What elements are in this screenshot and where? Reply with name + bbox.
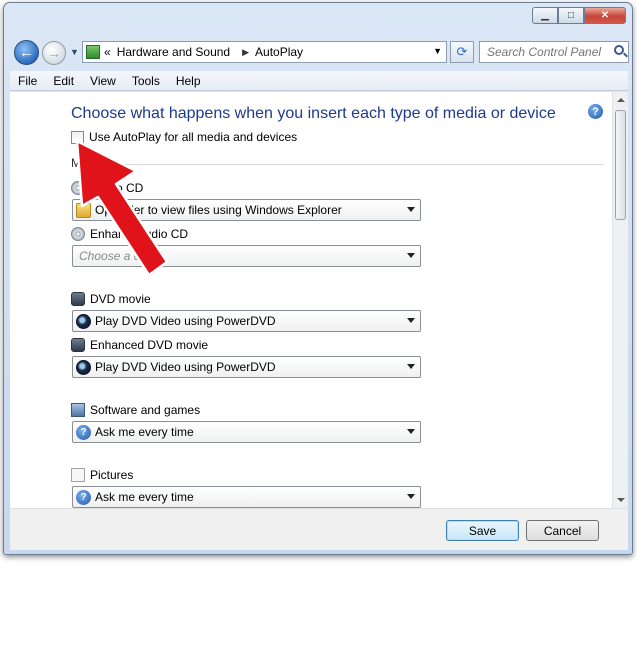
audio-cd-icon xyxy=(71,227,85,241)
breadcrumb-hardware-and-sound[interactable]: Hardware and Sound xyxy=(117,45,230,59)
recent-pages-dropdown[interactable]: ▼ xyxy=(70,47,79,57)
search-box[interactable] xyxy=(479,41,629,63)
dvd-icon xyxy=(71,292,85,306)
enhanced-dvd-movie-label-text: Enhanced DVD movie xyxy=(90,338,209,352)
search-input[interactable] xyxy=(485,44,607,60)
breadcrumb-overflow[interactable]: « xyxy=(104,45,111,59)
question-icon: ? xyxy=(76,489,91,505)
audio-cd-select-value: Op folder to view files using Windows Ex… xyxy=(95,203,342,217)
powerdvd-icon xyxy=(76,359,91,375)
minimize-button[interactable]: ▁ xyxy=(532,7,558,24)
software-and-games-select-value: Ask me every time xyxy=(95,425,194,439)
breadcrumb-separator-icon[interactable]: ▶ xyxy=(242,47,249,58)
software-and-games-select[interactable]: ? Ask me every time xyxy=(72,421,421,443)
chevron-down-icon xyxy=(407,429,415,434)
audio-cd-select[interactable]: Op folder to view files using Windows Ex… xyxy=(72,199,421,221)
menu-view[interactable]: View xyxy=(82,74,124,88)
autoplay-content: Choose what happens when you insert each… xyxy=(10,92,628,508)
forward-arrow-icon: → xyxy=(47,45,61,61)
control-panel-icon xyxy=(86,45,100,59)
pictures-label: Pictures xyxy=(71,468,133,482)
pictures-select-value: Ask me every time xyxy=(95,490,194,504)
breadcrumb-autoplay[interactable]: AutoPlay xyxy=(255,45,303,59)
dvd-movie-label-text: DVD movie xyxy=(90,292,151,306)
dvd-icon xyxy=(71,338,85,352)
page-title: Choose what happens when you insert each… xyxy=(71,105,556,122)
chevron-down-icon xyxy=(407,207,415,212)
chevron-down-icon xyxy=(407,253,415,258)
enhanced-audio-cd-label-text: Enhan d audio CD xyxy=(90,227,189,241)
search-icon[interactable] xyxy=(614,45,624,55)
software-and-games-label-text: Software and games xyxy=(90,403,201,417)
scroll-up-icon[interactable] xyxy=(617,98,625,102)
back-button[interactable]: ← xyxy=(14,40,39,65)
address-bar[interactable]: « Hardware and Sound ▶ AutoPlay ▼ xyxy=(82,41,447,63)
pictures-select[interactable]: ? Ask me every time xyxy=(72,486,421,508)
autoplay-all-checkbox-row[interactable]: Use AutoPlay for all media and devices xyxy=(71,130,297,144)
powerdvd-icon xyxy=(76,313,91,329)
menu-bar: File Edit View Tools Help xyxy=(10,71,628,91)
section-label: M xyxy=(71,156,81,170)
menu-file[interactable]: File xyxy=(10,74,45,88)
help-icon[interactable]: ? xyxy=(588,104,603,119)
enhanced-dvd-movie-select-value: Play DVD Video using PowerDVD xyxy=(95,360,276,374)
pictures-label-text: Pictures xyxy=(90,468,134,482)
close-button[interactable]: ✕ xyxy=(584,7,626,24)
autoplay-all-checkbox[interactable] xyxy=(71,130,84,144)
caption-buttons: ▁ □ ✕ xyxy=(532,7,626,24)
audio-cd-label-text: o CD xyxy=(116,181,144,195)
cancel-button[interactable]: Cancel xyxy=(526,520,599,541)
enhanced-audio-cd-label: Enhan d audio CD xyxy=(71,227,188,241)
menu-tools[interactable]: Tools xyxy=(124,74,168,88)
refresh-button[interactable]: ⟳ xyxy=(450,41,474,63)
vertical-scrollbar[interactable] xyxy=(612,92,628,508)
scrollbar-thumb[interactable] xyxy=(615,110,626,220)
back-arrow-icon: ← xyxy=(19,44,34,61)
menu-help[interactable]: Help xyxy=(168,74,209,88)
chevron-down-icon xyxy=(407,364,415,369)
navigation-bar: ← → ▼ « Hardware and Sound ▶ AutoPlay ▼ … xyxy=(4,40,632,67)
control-panel-window: ▁ □ ✕ ← → ▼ « Hardware and Sound ▶ AutoP… xyxy=(3,2,633,555)
software-and-games-label: Software and games xyxy=(71,403,200,417)
dvd-movie-select[interactable]: Play DVD Video using PowerDVD xyxy=(72,310,421,332)
audio-cd-label: o CD xyxy=(71,181,143,195)
button-bar: Save Cancel xyxy=(10,508,628,550)
refresh-icon: ⟳ xyxy=(456,44,468,59)
enhanced-audio-cd-placeholder: Choose a d ult xyxy=(79,249,157,263)
maximize-button[interactable]: □ xyxy=(558,7,584,24)
question-icon: ? xyxy=(76,424,91,440)
scroll-down-icon[interactable] xyxy=(617,498,625,502)
enhanced-dvd-movie-select[interactable]: Play DVD Video using PowerDVD xyxy=(72,356,421,378)
pictures-icon xyxy=(71,468,85,482)
chevron-down-icon xyxy=(407,494,415,499)
autoplay-all-label[interactable]: Use AutoPlay for all media and devices xyxy=(89,130,297,144)
dvd-movie-select-value: Play DVD Video using PowerDVD xyxy=(95,314,276,328)
section-divider xyxy=(90,164,604,165)
forward-button[interactable]: → xyxy=(42,41,66,65)
menu-edit[interactable]: Edit xyxy=(45,74,82,88)
chevron-down-icon xyxy=(407,318,415,323)
dvd-movie-label: DVD movie xyxy=(71,292,151,306)
folder-icon xyxy=(76,202,91,218)
enhanced-dvd-movie-label: Enhanced DVD movie xyxy=(71,338,208,352)
address-dropdown-icon[interactable]: ▼ xyxy=(433,46,442,56)
software-icon xyxy=(71,403,85,417)
enhanced-audio-cd-select[interactable]: Choose a d ult xyxy=(72,245,421,267)
audio-cd-icon xyxy=(71,181,85,195)
save-button[interactable]: Save xyxy=(446,520,519,541)
